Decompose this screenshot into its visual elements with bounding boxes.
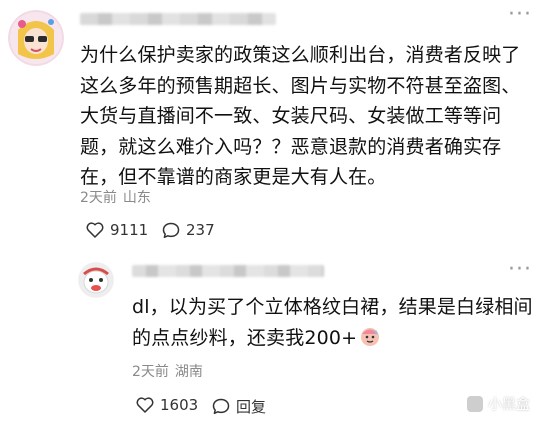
reply-reply-button[interactable]: 回复 xyxy=(212,396,266,417)
more-dots-icon: ··· xyxy=(508,2,532,27)
heart-outline-icon xyxy=(86,222,104,238)
watermark-text: 小黑盒 xyxy=(488,397,530,413)
watermark: 小黑盒 xyxy=(467,394,530,414)
reply-meta: 2天前 湖南 xyxy=(132,364,203,380)
like-button[interactable]: 9111 xyxy=(86,221,148,239)
reply-more-options-button[interactable]: ··· xyxy=(508,259,532,281)
heart-outline-icon xyxy=(136,397,154,413)
more-dots-icon: ··· xyxy=(508,257,532,282)
avatar[interactable] xyxy=(8,10,64,66)
reply-text: dl，以为买了个立体格纹白裙，结果是白绿相间的点点纱料，还卖我200+ xyxy=(132,296,533,349)
username-blurred[interactable] xyxy=(80,13,276,25)
like-count: 9111 xyxy=(110,221,149,239)
comment-time: 2天前 xyxy=(80,190,117,206)
speech-bubble-icon xyxy=(212,398,230,415)
comment-meta: 2天前 山东 xyxy=(80,190,151,206)
reply-like-button[interactable]: 1603 xyxy=(136,396,198,414)
heybox-logo-icon xyxy=(467,396,483,412)
comment-location: 山东 xyxy=(122,190,151,206)
reply-text-block: dl，以为买了个立体格纹白裙，结果是白绿相间的点点纱料，还卖我200+ xyxy=(132,292,536,356)
reply-avatar[interactable] xyxy=(78,262,114,298)
sweat-smile-emoji xyxy=(359,325,381,357)
speech-bubble-icon xyxy=(162,222,180,238)
reply-count-button[interactable]: 237 xyxy=(162,221,215,239)
reply-time: 2天前 xyxy=(132,364,169,380)
reply-location: 湖南 xyxy=(174,364,203,380)
reply-label: 回复 xyxy=(236,398,267,416)
comment-text: 为什么保护卖家的政策这么顺利出台，消费者反映了这么多年的预售期超长、图片与实物不… xyxy=(80,44,521,188)
reply-username-blurred[interactable] xyxy=(132,265,324,277)
reply-count: 237 xyxy=(186,221,215,239)
reply-like-count: 1603 xyxy=(160,396,199,414)
more-options-button[interactable]: ··· xyxy=(508,4,532,26)
